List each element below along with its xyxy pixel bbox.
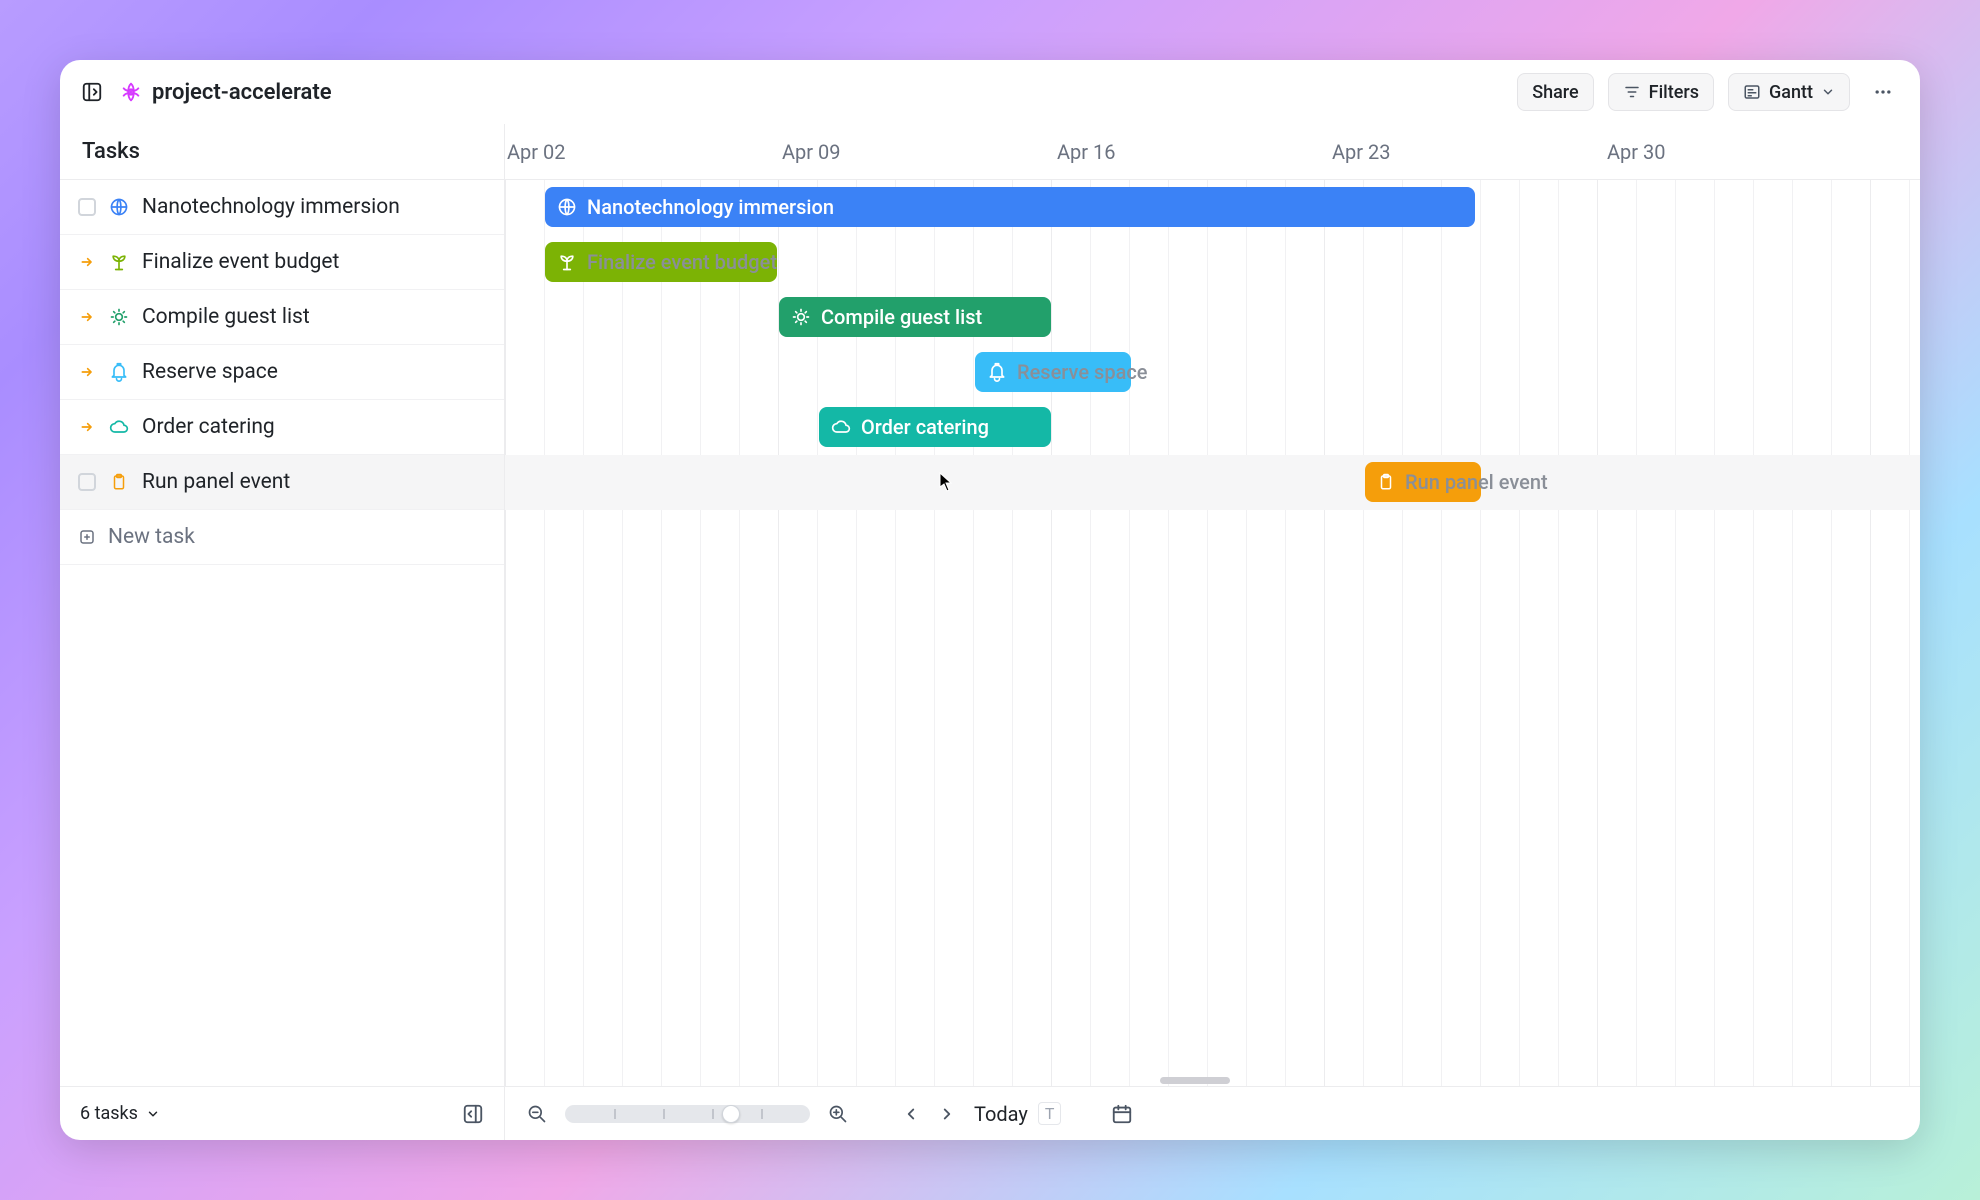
task-row[interactable]: Reserve space xyxy=(60,345,504,400)
bell-icon xyxy=(987,362,1007,382)
task-label: Reserve space xyxy=(142,360,278,384)
task-row[interactable]: Finalize event budget xyxy=(60,235,504,290)
subtask-arrow-icon xyxy=(78,308,96,326)
cloud-icon xyxy=(108,416,130,438)
gantt-bar[interactable]: Finalize event budget xyxy=(545,242,777,282)
gantt-bar-label: Order catering xyxy=(861,415,989,439)
prev-button[interactable] xyxy=(902,1105,920,1123)
plus-icon xyxy=(78,528,96,546)
task-count-label: 6 tasks xyxy=(80,1103,138,1124)
view-label: Gantt xyxy=(1769,82,1813,103)
globe-icon xyxy=(108,196,130,218)
project-title[interactable]: project-accelerate xyxy=(152,80,332,105)
gantt-bar-label: Nanotechnology immersion xyxy=(587,195,834,219)
timeline-date: Apr 02 xyxy=(507,140,566,164)
new-task-button[interactable]: New task xyxy=(60,510,504,565)
gantt-bar[interactable]: Reserve space xyxy=(975,352,1131,392)
gantt-bar-label: Reserve space xyxy=(1017,360,1148,384)
task-label: Finalize event budget xyxy=(142,250,339,274)
horizontal-scroll-indicator[interactable] xyxy=(1160,1077,1230,1084)
more-button[interactable] xyxy=(1864,73,1902,111)
filters-button[interactable]: Filters xyxy=(1608,73,1714,111)
zoom-out-button[interactable] xyxy=(527,1104,547,1124)
chevron-down-icon xyxy=(146,1107,160,1121)
globe-icon xyxy=(557,197,577,217)
clip-icon xyxy=(108,471,130,493)
task-row[interactable]: Run panel event xyxy=(60,455,504,510)
gantt-bar-label: Compile guest list xyxy=(821,305,982,329)
gantt-bar-label: Run panel event xyxy=(1405,470,1548,494)
zoom-in-button[interactable] xyxy=(828,1104,848,1124)
gantt-bar[interactable]: Compile guest list xyxy=(779,297,1051,337)
next-button[interactable] xyxy=(938,1105,956,1123)
task-checkbox[interactable] xyxy=(78,473,96,491)
gantt-bar[interactable]: Order catering xyxy=(819,407,1051,447)
sun-icon xyxy=(108,306,130,328)
task-label: Nanotechnology immersion xyxy=(142,195,400,219)
gantt-bar[interactable]: Run panel event xyxy=(1365,462,1481,502)
task-row[interactable]: Order catering xyxy=(60,400,504,455)
zoom-slider[interactable] xyxy=(565,1105,810,1123)
app-window: project-accelerate Share Filters Gantt T… xyxy=(60,60,1920,1140)
project-icon xyxy=(120,81,142,103)
clip-icon xyxy=(1377,472,1395,492)
collapse-sidebar-button[interactable] xyxy=(462,1103,484,1125)
subtask-arrow-icon xyxy=(78,418,96,436)
task-checkbox[interactable] xyxy=(78,198,96,216)
timeline-date: Apr 16 xyxy=(1057,140,1116,164)
timeline-date: Apr 23 xyxy=(1332,140,1391,164)
task-label: Compile guest list xyxy=(142,305,310,329)
bell-icon xyxy=(108,361,130,383)
gantt-bar-label: Finalize event budget xyxy=(587,250,777,274)
today-button[interactable]: Today T xyxy=(974,1102,1061,1126)
tasks-column-header: Tasks xyxy=(60,124,505,179)
filters-label: Filters xyxy=(1649,82,1699,103)
content: Nanotechnology immersion Finalize event b… xyxy=(60,180,1920,1086)
plant-icon xyxy=(557,252,577,272)
view-switcher[interactable]: Gantt xyxy=(1728,73,1850,111)
footer: 6 tasks xyxy=(60,1086,1920,1140)
zoom-knob[interactable] xyxy=(722,1105,740,1123)
today-key-hint: T xyxy=(1038,1102,1062,1125)
gantt-area[interactable]: Nanotechnology immersion Finalize event b… xyxy=(505,180,1920,1086)
subtask-arrow-icon xyxy=(78,253,96,271)
subtask-arrow-icon xyxy=(78,363,96,381)
header-row: Tasks Apr 02 Apr 09 Apr 16 Apr 23 Apr 30 xyxy=(60,124,1920,180)
task-label: Order catering xyxy=(142,415,275,439)
new-task-label: New task xyxy=(108,525,195,549)
topbar: project-accelerate Share Filters Gantt xyxy=(60,60,1920,124)
timeline-date: Apr 09 xyxy=(782,140,841,164)
timeline-date: Apr 30 xyxy=(1607,140,1666,164)
task-row[interactable]: Nanotechnology immersion xyxy=(60,180,504,235)
chevron-down-icon xyxy=(1821,85,1835,99)
share-label: Share xyxy=(1532,82,1578,103)
calendar-button[interactable] xyxy=(1111,1103,1133,1125)
share-button[interactable]: Share xyxy=(1517,73,1593,111)
today-label: Today xyxy=(974,1102,1028,1126)
gantt-bar[interactable]: Nanotechnology immersion xyxy=(545,187,1475,227)
sun-icon xyxy=(791,307,811,327)
task-label: Run panel event xyxy=(142,470,290,494)
task-count-button[interactable]: 6 tasks xyxy=(80,1103,160,1124)
sidebar-toggle-button[interactable] xyxy=(78,78,106,106)
tasks-column: Nanotechnology immersion Finalize event b… xyxy=(60,180,505,1086)
task-row[interactable]: Compile guest list xyxy=(60,290,504,345)
timeline-header[interactable]: Apr 02 Apr 09 Apr 16 Apr 23 Apr 30 xyxy=(505,124,1920,179)
cloud-icon xyxy=(831,417,851,437)
plant-icon xyxy=(108,251,130,273)
